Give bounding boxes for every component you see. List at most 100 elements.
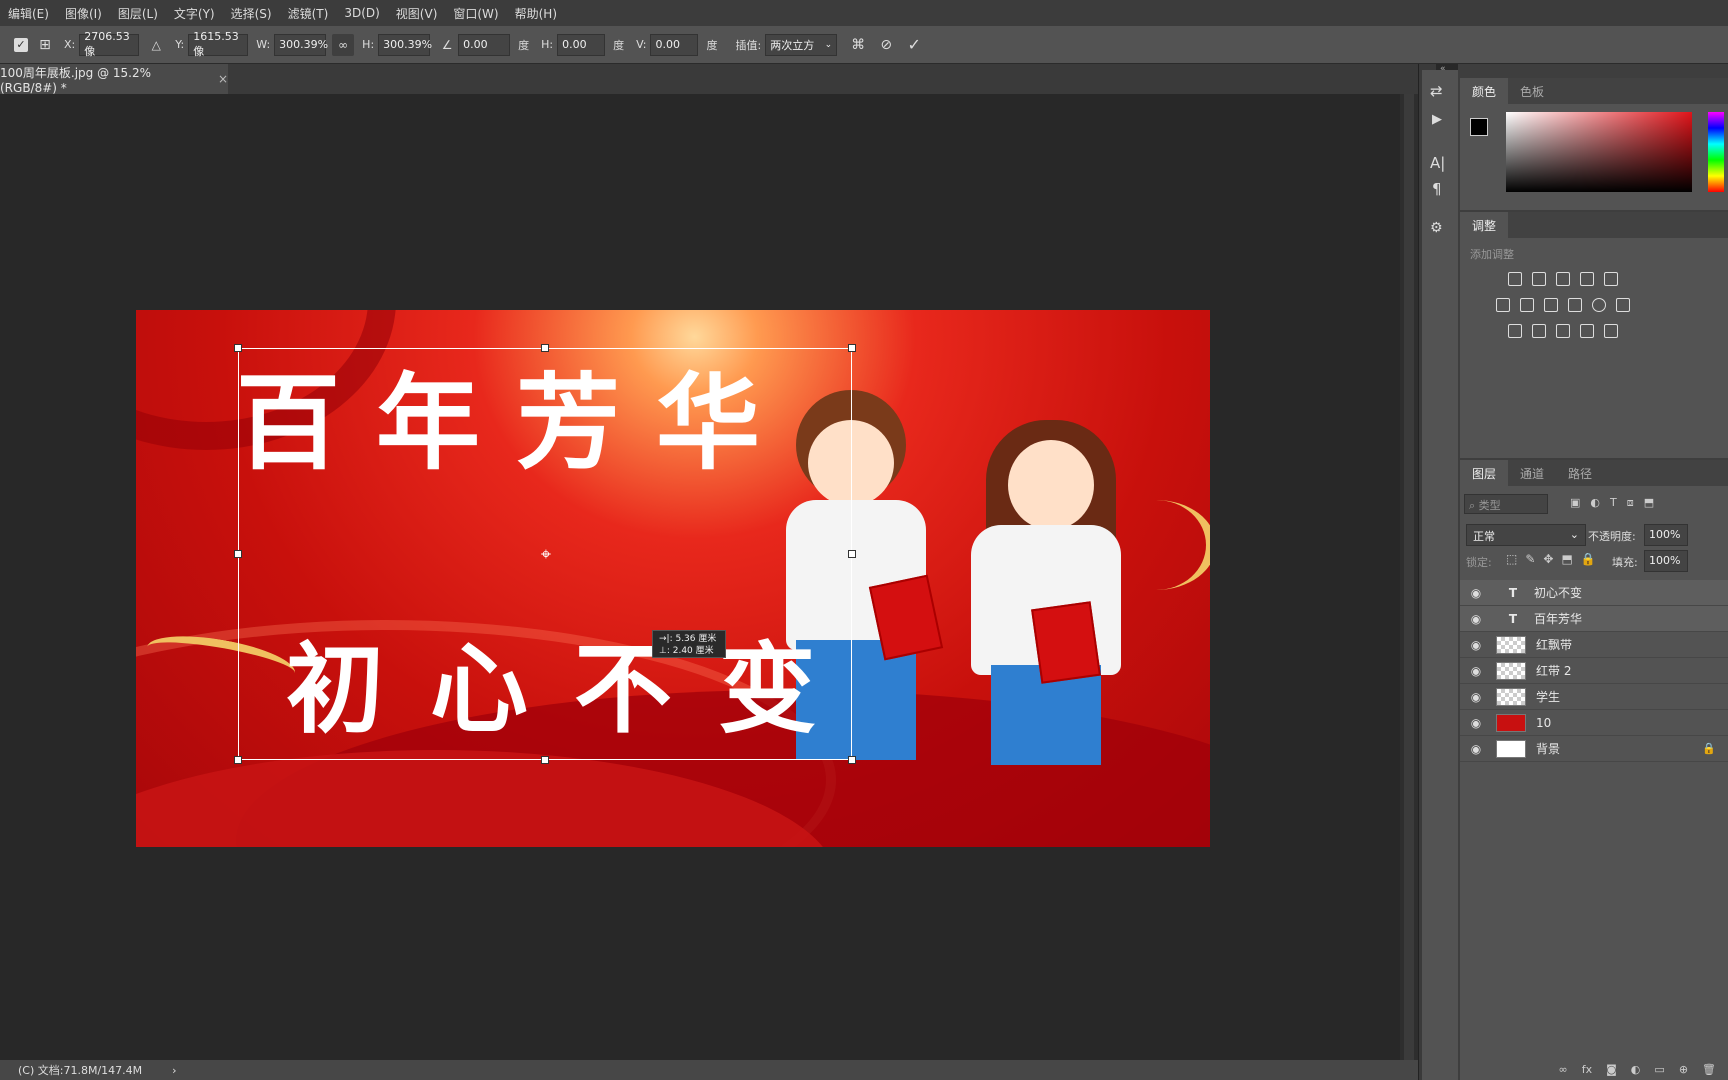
group-icon[interactable]: ▭ [1654, 1063, 1664, 1076]
transform-handle[interactable] [541, 344, 549, 352]
adjustment-layer-icon[interactable]: ◐ [1631, 1063, 1641, 1076]
hue-saturation-icon[interactable] [1496, 298, 1510, 312]
gradient-map-icon[interactable] [1604, 324, 1618, 338]
transform-handle[interactable] [848, 756, 856, 764]
history-icon[interactable]: ⇄ [1430, 82, 1443, 100]
selective-color-icon[interactable] [1580, 324, 1594, 338]
color-picker-field[interactable] [1506, 112, 1692, 192]
cancel-transform-icon[interactable]: ⊘ [875, 34, 897, 56]
hue-slider[interactable] [1708, 112, 1724, 192]
delta-icon[interactable]: △ [145, 34, 167, 56]
layer-row[interactable]: ◉ 学生 [1460, 684, 1728, 710]
close-icon[interactable]: × [218, 72, 228, 86]
transform-handle[interactable] [541, 756, 549, 764]
tab-channels[interactable]: 通道 [1508, 460, 1556, 486]
eye-icon[interactable]: ◉ [1466, 716, 1486, 730]
status-arrow-icon[interactable]: › [172, 1064, 176, 1077]
layer-row[interactable]: ◉ 10 [1460, 710, 1728, 736]
layer-filter-icons[interactable]: ▣◐T⧈⬒ [1570, 496, 1664, 510]
blend-mode-select[interactable]: 正常 ⌄ [1466, 524, 1586, 546]
eye-icon[interactable]: ◉ [1466, 690, 1486, 704]
scrollbar-thumb[interactable] [1404, 94, 1414, 1060]
paragraph-icon[interactable]: ¶ [1432, 180, 1442, 198]
eye-icon[interactable]: ◉ [1466, 664, 1486, 678]
levels-icon[interactable] [1532, 272, 1546, 286]
color-lookup-icon[interactable] [1616, 298, 1630, 312]
exposure-icon[interactable] [1580, 272, 1594, 286]
vibrance-icon[interactable] [1604, 272, 1618, 286]
color-balance-icon[interactable] [1520, 298, 1534, 312]
transform-checkbox[interactable]: ✓ [14, 37, 28, 52]
panel-icon-strip: ⇄ ▶ A| ¶ ⚙ [1422, 70, 1458, 1080]
vskew-field[interactable]: 0.00 [650, 33, 699, 56]
layer-row[interactable]: ◉ 背景 🔒 [1460, 736, 1728, 762]
height-field[interactable]: 300.39% [378, 33, 432, 56]
channel-mixer-icon[interactable] [1592, 298, 1606, 312]
tab-color[interactable]: 颜色 [1460, 78, 1509, 104]
hskew-field[interactable]: 0.00 [557, 33, 606, 56]
invert-icon[interactable] [1508, 324, 1522, 338]
fill-field[interactable]: 100% [1644, 550, 1688, 572]
reference-point-icon[interactable]: ⊞ [34, 34, 56, 56]
lock-icons[interactable]: ⬚✎✥⬒🔒 [1506, 552, 1604, 566]
layer-row[interactable]: ◉ T 初心不变 [1460, 580, 1728, 606]
foreground-color[interactable] [1470, 118, 1488, 136]
layers-empty-area[interactable] [1460, 762, 1728, 1060]
tab-paths[interactable]: 路径 [1556, 460, 1604, 486]
transform-handle[interactable] [848, 550, 856, 558]
menu-type[interactable]: 文字(Y) [166, 5, 223, 22]
layer-filter-input[interactable]: ⌕ 类型 [1464, 494, 1548, 514]
new-layer-icon[interactable]: ⊕ [1679, 1063, 1688, 1076]
mask-icon[interactable]: ◙ [1606, 1063, 1617, 1076]
link-layers-icon[interactable]: ∞ [1559, 1063, 1568, 1076]
menu-help[interactable]: 帮助(H) [507, 5, 565, 22]
transform-handle[interactable] [234, 344, 242, 352]
interp-select[interactable]: 两次立方 ⌄ [765, 33, 838, 56]
opacity-field[interactable]: 100% [1644, 524, 1688, 546]
transform-handle[interactable] [234, 550, 242, 558]
menu-window[interactable]: 窗口(W) [445, 5, 506, 22]
menu-image[interactable]: 图像(I) [57, 5, 110, 22]
menu-edit[interactable]: 编辑(E) [0, 5, 57, 22]
menu-select[interactable]: 选择(S) [223, 5, 280, 22]
x-field[interactable]: 2706.53 像 [79, 30, 140, 58]
fx-icon[interactable]: fx [1582, 1063, 1592, 1076]
width-field[interactable]: 300.39% [274, 33, 328, 56]
trash-icon[interactable]: 🗑 [1702, 1063, 1716, 1076]
play-icon[interactable]: ▶ [1432, 112, 1442, 127]
eye-icon[interactable]: ◉ [1466, 586, 1486, 600]
black-white-icon[interactable] [1544, 298, 1558, 312]
eye-icon[interactable]: ◉ [1466, 612, 1486, 626]
eye-icon[interactable]: ◉ [1466, 638, 1486, 652]
photo-filter-icon[interactable] [1568, 298, 1582, 312]
document-tab[interactable]: 100周年展板.jpg @ 15.2%(RGB/8#) * × [0, 64, 228, 95]
pivot-icon[interactable]: ⌖ [536, 545, 556, 565]
eye-icon[interactable]: ◉ [1466, 742, 1486, 756]
posterize-icon[interactable] [1532, 324, 1546, 338]
curves-icon[interactable] [1556, 272, 1570, 286]
menu-layer[interactable]: 图层(L) [110, 5, 166, 22]
warp-icon[interactable]: ⌘ [847, 34, 869, 56]
transform-handle[interactable] [848, 344, 856, 352]
y-field[interactable]: 1615.53 像 [188, 30, 249, 58]
fill-label: 填充: [1612, 556, 1638, 569]
layer-row[interactable]: ◉ T 百年芳华 [1460, 606, 1728, 632]
menu-view[interactable]: 视图(V) [388, 5, 446, 22]
character-icon[interactable]: A| [1430, 154, 1445, 172]
transform-bounding-box[interactable]: ⌖ [234, 344, 856, 764]
angle-field[interactable]: 0.00 [458, 33, 511, 56]
menu-filter[interactable]: 滤镜(T) [280, 5, 337, 22]
properties-icon[interactable]: ⚙ [1430, 220, 1443, 236]
commit-transform-icon[interactable]: ✓ [903, 34, 925, 56]
link-icon[interactable]: ∞ [332, 33, 355, 56]
tab-adjustments[interactable]: 调整 [1460, 212, 1509, 238]
brightness-icon[interactable] [1508, 272, 1522, 286]
vertical-scrollbar[interactable] [1400, 94, 1418, 1060]
transform-handle[interactable] [234, 756, 242, 764]
layer-row[interactable]: ◉ 红带 2 [1460, 658, 1728, 684]
menu-3d[interactable]: 3D(D) [336, 6, 387, 20]
tab-layers[interactable]: 图层 [1460, 460, 1509, 486]
tab-swatches[interactable]: 色板 [1508, 78, 1556, 104]
layer-row[interactable]: ◉ 红飘带 [1460, 632, 1728, 658]
threshold-icon[interactable] [1556, 324, 1570, 338]
